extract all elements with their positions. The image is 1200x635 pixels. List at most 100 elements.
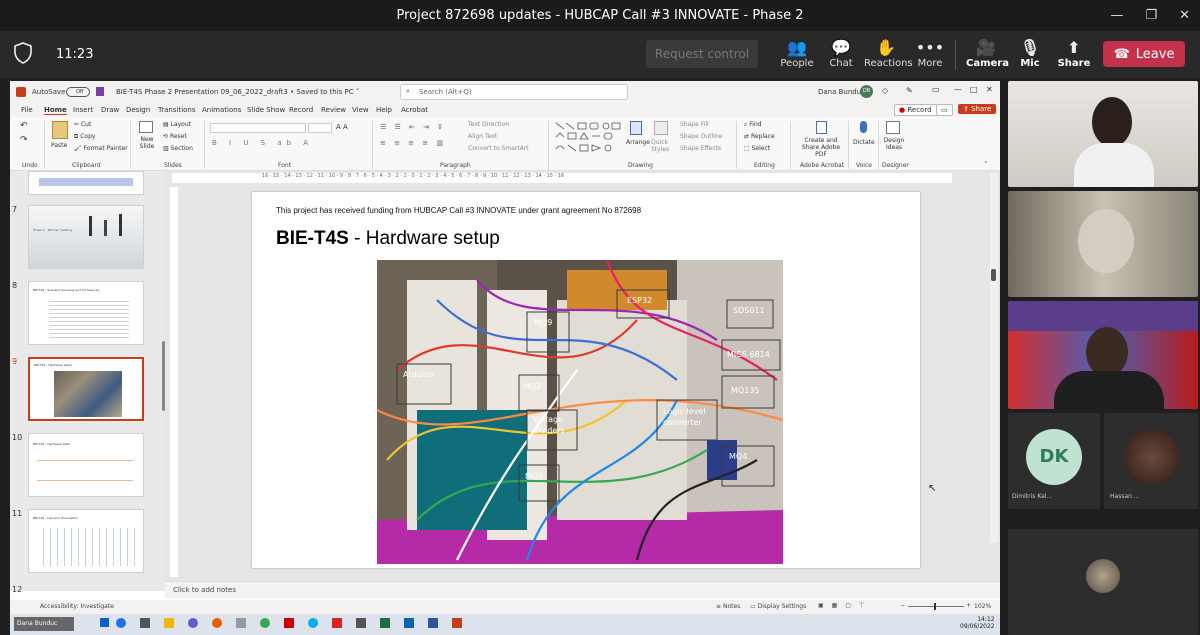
outlook-icon[interactable]: [404, 618, 414, 628]
undo-icon[interactable]: ↶: [20, 121, 28, 131]
slide-thumbnail-11[interactable]: BIE-T4S - Dynamic Evacuation: [28, 509, 144, 573]
autosave-toggle[interactable]: Off: [66, 87, 90, 97]
leave-button[interactable]: ☎ Leave: [1103, 41, 1185, 67]
tab-acrobat[interactable]: Acrobat: [401, 106, 428, 114]
share-ppt-button[interactable]: ⇪ Share: [958, 104, 997, 114]
tab-view[interactable]: View: [352, 106, 369, 114]
paste-icon[interactable]: [52, 121, 68, 139]
select-button[interactable]: ⬚ Select: [744, 145, 770, 152]
ppt-maximize-icon[interactable]: □: [970, 85, 978, 94]
ppt-minimize-icon[interactable]: —: [954, 85, 962, 94]
more-button[interactable]: ••• More: [910, 38, 950, 76]
skype-icon[interactable]: [308, 618, 318, 628]
slide-thumbnail-9-active[interactable]: BIE-T4S - Hardware setup: [28, 357, 144, 421]
user-avatar[interactable]: DB: [860, 85, 873, 98]
participant-video-1[interactable]: [1008, 81, 1198, 187]
new-slide-button[interactable]: New Slide: [137, 136, 157, 150]
reactions-button[interactable]: ✋ Reactions: [864, 38, 913, 76]
maximize-icon[interactable]: ❐: [1145, 8, 1157, 23]
convert-smartart-button[interactable]: Convert to SmartArt: [468, 145, 529, 152]
tab-insert[interactable]: Insert: [73, 106, 93, 114]
design-ideas-icon[interactable]: [886, 121, 900, 134]
dictate-button[interactable]: Dictate: [853, 139, 875, 146]
current-slide[interactable]: This project has received funding from H…: [252, 192, 920, 568]
excel-icon[interactable]: [380, 618, 390, 628]
people-button[interactable]: 👥 People: [777, 38, 817, 76]
participant-tile-dk[interactable]: DK Dimitris Kal...: [1008, 413, 1100, 509]
paste-button[interactable]: Paste: [51, 142, 67, 149]
settings-app-icon[interactable]: [356, 618, 366, 628]
tab-help[interactable]: Help: [376, 106, 392, 114]
file-explorer-icon[interactable]: [164, 618, 174, 628]
acrobat-icon[interactable]: [284, 618, 294, 628]
start-icon[interactable]: [100, 618, 109, 627]
zoom-in-icon[interactable]: +: [966, 602, 971, 609]
share-button[interactable]: ⬆ Share: [1054, 38, 1094, 76]
participant-tile-3[interactable]: [1008, 529, 1198, 635]
font-size-select[interactable]: [308, 123, 332, 133]
align-text-button[interactable]: Align Text: [468, 133, 497, 140]
slide-thumbnail-10[interactable]: BIE-T4S - Hardware tests: [28, 433, 144, 497]
tab-draw[interactable]: Draw: [101, 106, 119, 114]
search-input[interactable]: Search (Alt+Q): [400, 84, 628, 100]
pdf-app-icon[interactable]: [332, 618, 342, 628]
tab-transitions[interactable]: Transitions: [158, 106, 196, 114]
accessibility-status[interactable]: Accessibility: Investigate: [40, 603, 114, 610]
tab-record[interactable]: Record: [289, 106, 313, 114]
participant-video-3[interactable]: [1008, 301, 1198, 409]
text-direction-button[interactable]: Text Direction: [468, 121, 509, 128]
ribbon-collapse-icon[interactable]: ˅: [984, 161, 988, 169]
request-control-button[interactable]: Request control: [646, 40, 758, 68]
reset-button[interactable]: ⟲ Reset: [163, 133, 187, 140]
create-share-pdf-button[interactable]: Create and Share Adobe PDF: [796, 137, 846, 158]
tab-file[interactable]: File: [21, 106, 33, 114]
pdf-icon[interactable]: [816, 121, 827, 134]
shapes-gallery-icon[interactable]: [554, 121, 624, 155]
editor-scrollbar[interactable]: [990, 173, 998, 543]
font-grow-icon[interactable]: A A: [336, 123, 348, 131]
minimize-icon[interactable]: —: [1110, 8, 1123, 23]
design-ideas-button[interactable]: Design Ideas: [882, 137, 906, 151]
slide-thumbnail-8[interactable]: BIE-T4S - Scenario planning and IoT Devi…: [28, 281, 144, 345]
notes-pane[interactable]: Click to add notes: [165, 581, 1000, 598]
notes-button[interactable]: ≡ Notes: [716, 603, 740, 610]
app-icon[interactable]: [236, 618, 246, 628]
quick-styles-icon[interactable]: [654, 121, 668, 135]
diamond-icon[interactable]: ◇: [882, 86, 888, 95]
participant-tile-2[interactable]: Hassan ...: [1104, 413, 1198, 509]
zoom-slider[interactable]: [908, 603, 964, 610]
tab-animations[interactable]: Animations: [202, 106, 241, 114]
tab-slide-show[interactable]: Slide Show: [247, 106, 285, 114]
zoom-out-icon[interactable]: −: [900, 602, 905, 609]
new-slide-icon[interactable]: [139, 121, 153, 133]
font-family-select[interactable]: [210, 123, 306, 133]
format-painter-button[interactable]: 🖌 Format Painter: [74, 145, 128, 152]
tab-design[interactable]: Design: [126, 106, 150, 114]
slide-thumbnail-6[interactable]: [28, 171, 144, 195]
arrange-button[interactable]: Arrange: [626, 139, 650, 146]
shape-effects-button[interactable]: Shape Effects: [680, 145, 721, 152]
restore-ribbon-icon[interactable]: ▭: [932, 85, 940, 94]
pen-icon[interactable]: ✎: [906, 86, 913, 95]
redo-icon[interactable]: ↷: [20, 135, 28, 145]
font-format-icons[interactable]: B I U S ab A: [212, 139, 313, 147]
display-settings-button[interactable]: ▭ Display Settings: [750, 603, 806, 610]
powerpoint-taskbar-icon[interactable]: [452, 618, 462, 628]
tab-home[interactable]: Home: [44, 106, 67, 115]
record-button[interactable]: ● Record: [894, 104, 937, 116]
shape-outline-button[interactable]: Shape Outline: [680, 133, 722, 140]
chat-button[interactable]: 💬 Chat: [821, 38, 861, 76]
dictate-mic-icon[interactable]: [860, 121, 867, 133]
comments-icon[interactable]: ▭: [936, 104, 953, 116]
participant-video-2[interactable]: [1008, 191, 1198, 297]
firefox-icon[interactable]: [212, 618, 222, 628]
edge-icon[interactable]: [116, 618, 126, 628]
ppt-close-icon[interactable]: ✕: [986, 85, 993, 94]
close-icon[interactable]: ✕: [1179, 8, 1190, 23]
zoom-level[interactable]: 102%: [974, 603, 991, 610]
save-icon[interactable]: [96, 87, 104, 96]
tab-review[interactable]: Review: [321, 106, 346, 114]
chrome-icon[interactable]: [260, 618, 270, 628]
copy-button[interactable]: ⧉ Copy: [74, 133, 95, 141]
arrange-icon[interactable]: [630, 121, 642, 135]
